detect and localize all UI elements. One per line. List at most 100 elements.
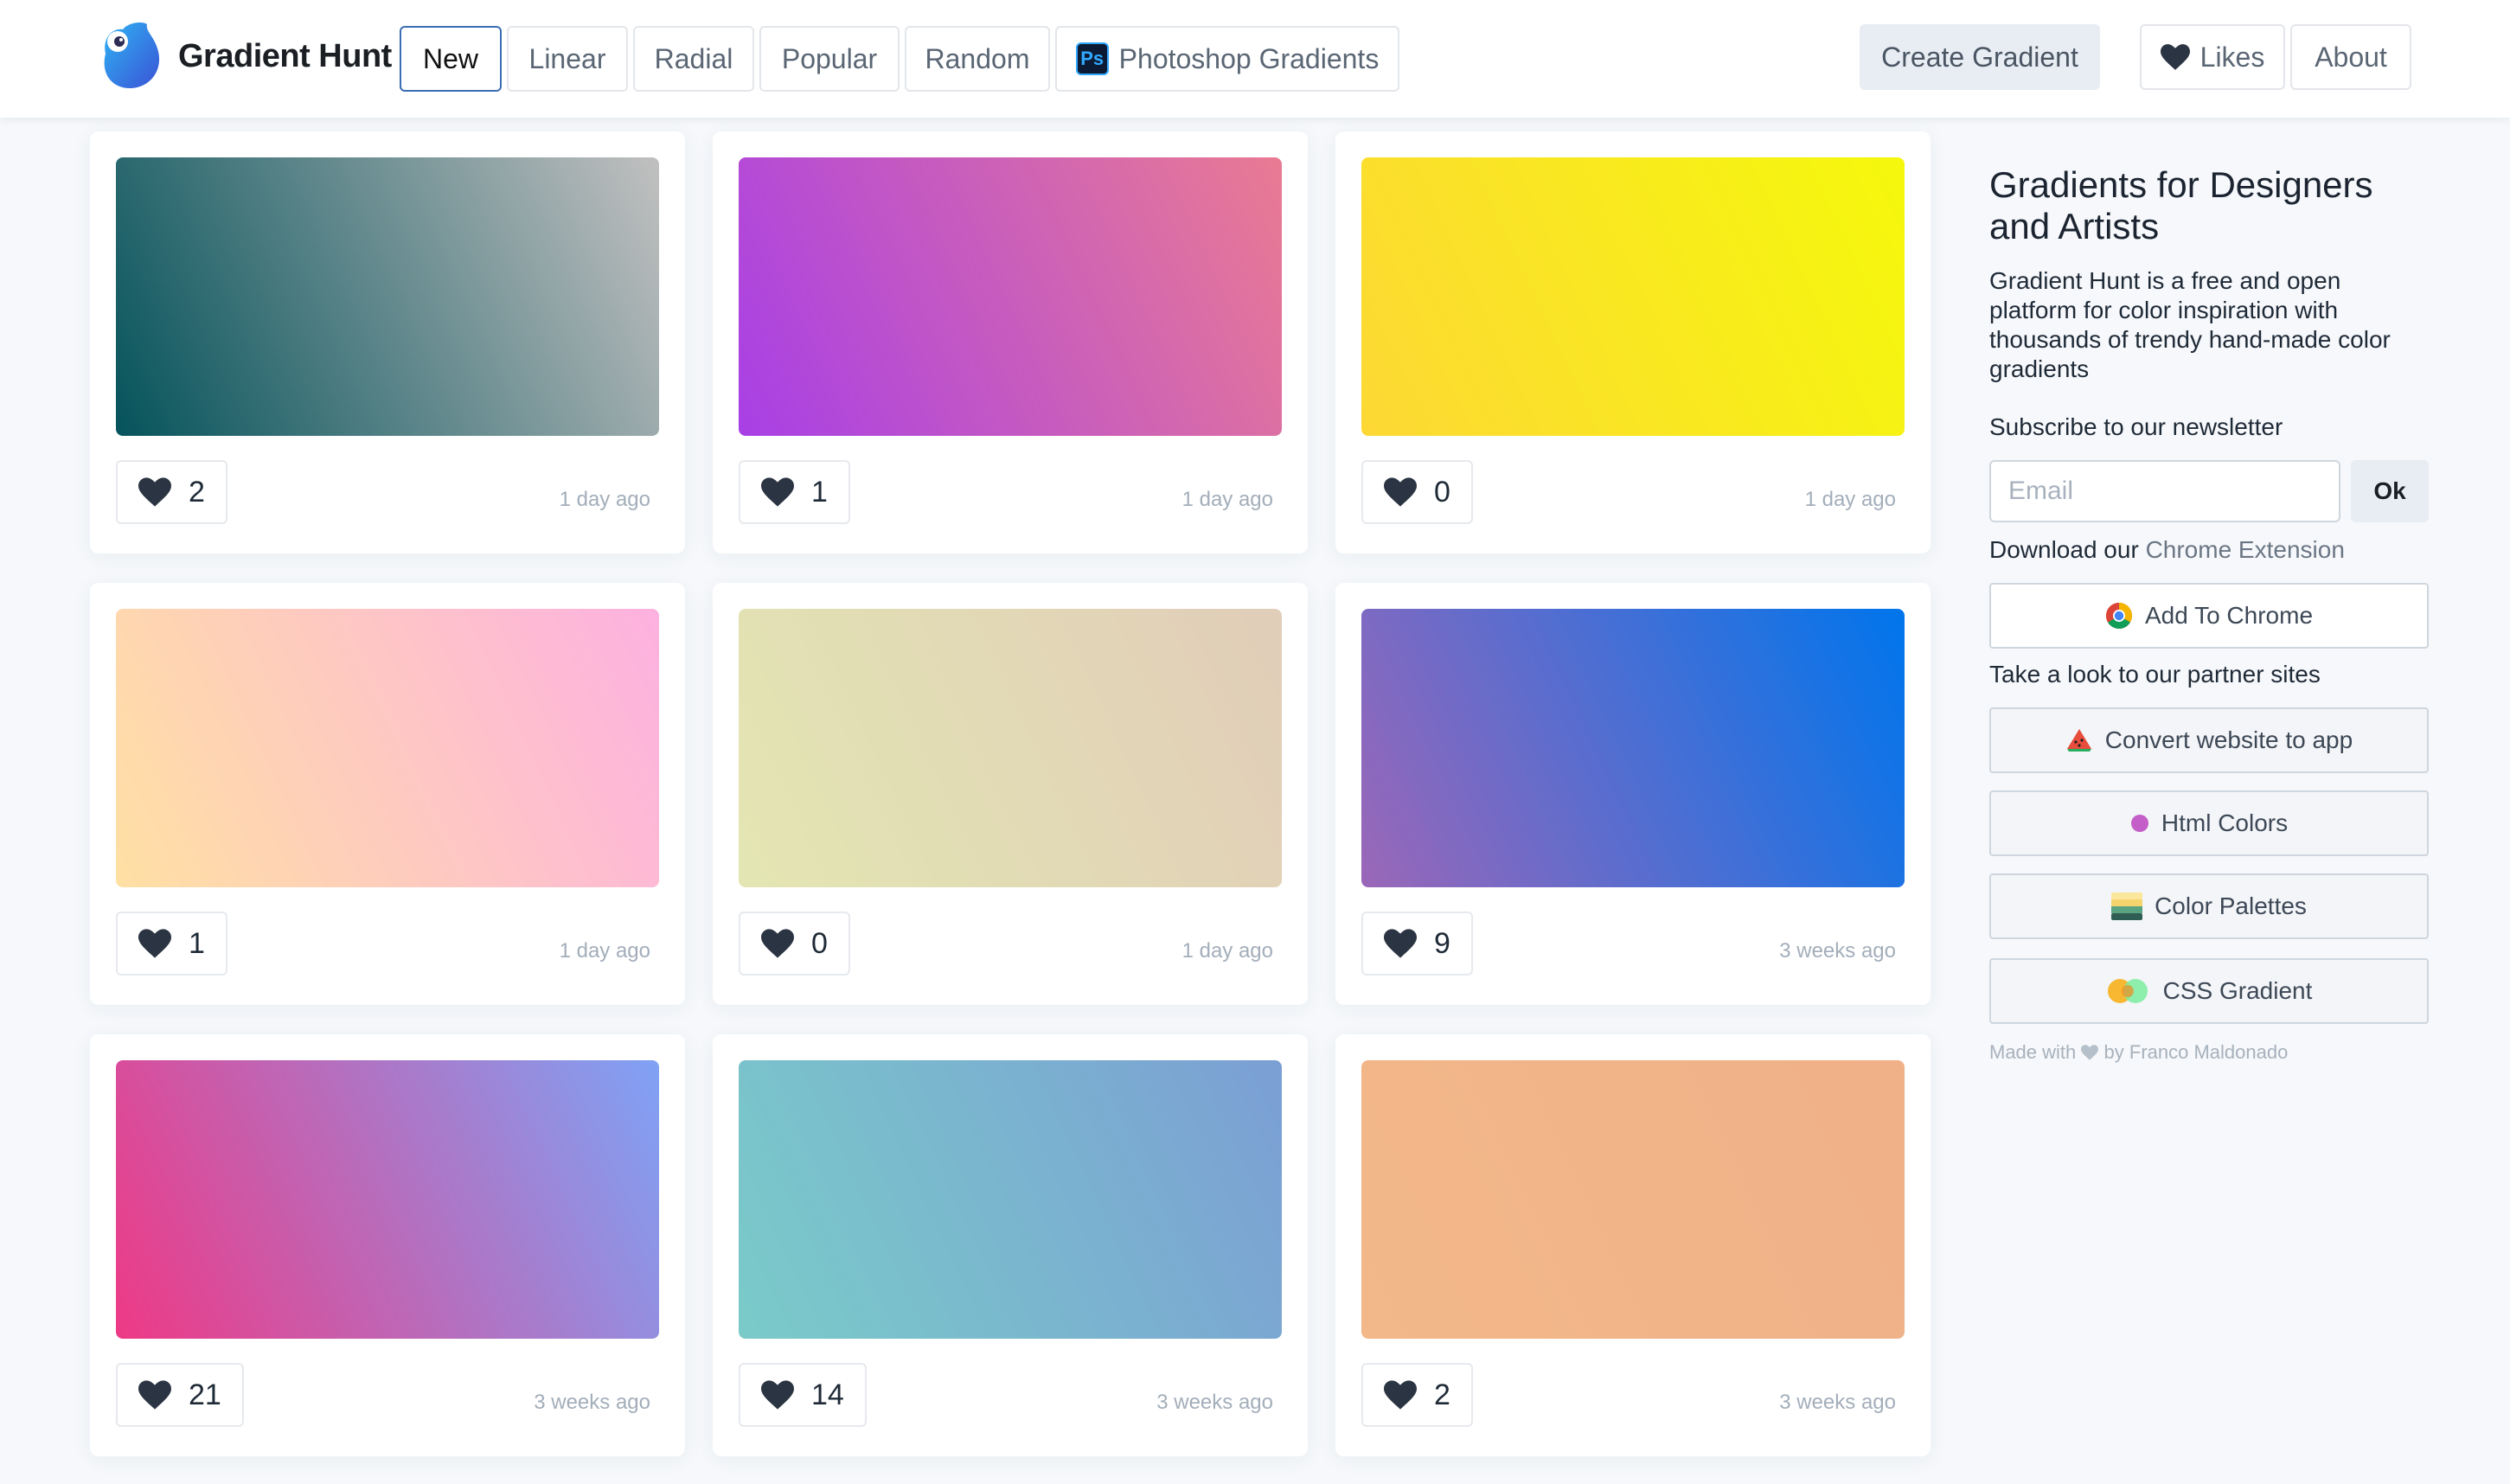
like-count: 2 [189,475,205,509]
partner-label: Convert website to app [2104,726,2353,753]
gradient-card: 21 3 weeks ago [90,1034,685,1456]
chrome-extension-link[interactable]: Chrome Extension [2146,536,2345,563]
heart-icon [138,1380,171,1410]
heart-icon [138,477,171,507]
heart-icon [761,929,794,958]
gradient-card: 9 3 weeks ago [1335,583,1931,1005]
gradient-swatch[interactable] [116,1060,659,1339]
brand-name[interactable]: Gradient Hunt [178,38,392,75]
sidebar-description: Gradient Hunt is a free and open platfor… [1989,267,2391,382]
palette-icon [2111,892,2143,920]
gradient-swatch[interactable] [1361,609,1905,887]
timestamp: 1 day ago [1804,488,1896,511]
partner-color-palettes-button[interactable]: Color Palettes [1989,873,2429,939]
gradient-card: 2 3 weeks ago [1335,1034,1931,1456]
gradient-swatch[interactable] [1361,1060,1905,1339]
tab-new[interactable]: New [400,26,502,92]
create-gradient-button[interactable]: Create Gradient [1860,24,2100,90]
like-button[interactable]: 2 [116,460,227,524]
gradient-hunt-logo-icon[interactable] [93,19,166,92]
partner-convert-website-button[interactable]: Convert website to app [1989,707,2429,773]
tab-radial[interactable]: Radial [633,26,754,92]
watermelon-icon [2066,729,2091,752]
tab-label: New [422,42,478,74]
like-count: 0 [1434,475,1450,509]
gradient-card: 2 1 day ago [90,131,685,553]
like-count: 9 [1434,926,1450,960]
partner-label: Color Palettes [2155,892,2307,919]
likes-label: Likes [2199,41,2265,73]
heart-icon [138,929,171,958]
download-label: Download our Chrome Extension [1989,536,2345,564]
chrome-icon [2105,603,2132,630]
about-label: About [2315,41,2387,73]
timestamp: 3 weeks ago [1156,1391,1273,1414]
tab-linear[interactable]: Linear [507,26,628,92]
heart-icon [1384,929,1417,958]
add-to-chrome-button[interactable]: Add To Chrome [1989,583,2429,649]
top-navbar: Gradient Hunt New Linear Radial Popular … [0,0,2510,118]
like-button[interactable]: 0 [1361,460,1473,524]
gradient-swatch[interactable] [739,157,1282,436]
gradient-swatch[interactable] [739,1060,1282,1339]
gradient-swatch[interactable] [116,609,659,887]
tab-label: Random [925,42,1030,74]
partners-label: Take a look to our partner sites [1989,661,2321,688]
like-count: 1 [811,475,828,509]
sidebar-title: Gradients for Designers and Artists [1989,164,2373,246]
like-button[interactable]: 1 [739,460,850,524]
heart-icon [1384,1380,1417,1410]
gradient-card: 0 1 day ago [1335,131,1931,553]
partner-label: Html Colors [2161,809,2289,836]
tab-photoshop-gradients[interactable]: Ps Photoshop Gradients [1055,26,1399,92]
heart-icon [1384,477,1417,507]
heart-icon [761,1380,794,1410]
tab-label: Photoshop Gradients [1118,42,1380,74]
newsletter-label: Subscribe to our newsletter [1989,413,2283,440]
like-count: 0 [811,926,828,960]
like-button[interactable]: 9 [1361,912,1473,975]
timestamp: 1 day ago [559,939,650,963]
like-button[interactable]: 0 [739,912,850,975]
timestamp: 1 day ago [1181,488,1273,511]
timestamp: 3 weeks ago [534,1391,650,1414]
partner-css-gradient-button[interactable]: CSS Gradient [1989,958,2429,1024]
tab-popular[interactable]: Popular [759,26,900,92]
like-button[interactable]: 14 [739,1363,867,1427]
circles-icon [2107,979,2148,1003]
gradient-card: 0 1 day ago [713,583,1308,1005]
like-count: 2 [1434,1378,1450,1411]
timestamp: 1 day ago [1181,939,1273,963]
gradient-card: 1 1 day ago [713,131,1308,553]
like-count: 1 [189,926,205,960]
about-button[interactable]: About [2290,24,2411,90]
timestamp: 1 day ago [559,488,650,511]
footer-prefix: Made with [1989,1041,2077,1063]
gradient-swatch[interactable] [739,609,1282,887]
like-button[interactable]: 2 [1361,1363,1473,1427]
like-button[interactable]: 1 [116,912,227,975]
like-count: 14 [811,1378,844,1411]
ok-button[interactable]: Ok [2351,460,2429,522]
like-button[interactable]: 21 [116,1363,244,1427]
timestamp: 3 weeks ago [1779,1391,1896,1414]
add-to-chrome-label: Add To Chrome [2144,602,2314,629]
email-input[interactable] [1989,460,2340,522]
tab-random[interactable]: Random [905,26,1050,92]
heart-icon [2081,1045,2099,1060]
gradient-swatch[interactable] [116,157,659,436]
gradient-card: 1 1 day ago [90,583,685,1005]
gradient-swatch[interactable] [1361,157,1905,436]
ps-icon: Ps [1075,42,1109,75]
like-count: 21 [189,1378,221,1411]
tab-label: Popular [781,42,878,74]
partner-html-colors-button[interactable]: Html Colors [1989,790,2429,856]
likes-button[interactable]: Likes [2140,24,2285,90]
tab-label: Linear [528,42,606,74]
footer-suffix[interactable]: by Franco Maldonado [2104,1041,2289,1063]
timestamp: 3 weeks ago [1779,939,1896,963]
heart-icon [761,477,794,507]
heart-icon [2160,44,2190,70]
gradient-card: 14 3 weeks ago [713,1034,1308,1456]
dot-icon [2130,815,2148,832]
